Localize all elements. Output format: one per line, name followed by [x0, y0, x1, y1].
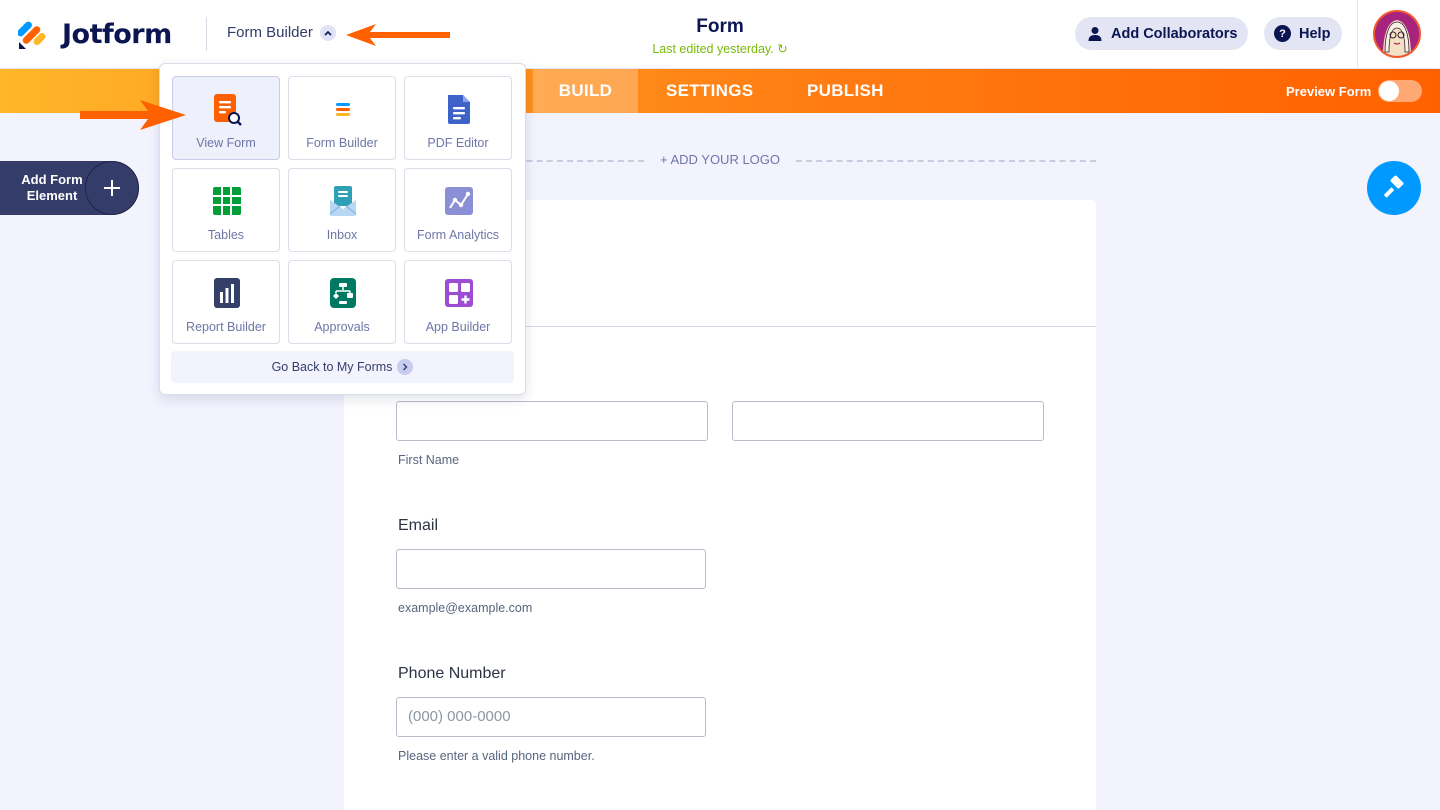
last-edited-status: Last edited yesterday. ↻ [600, 41, 840, 56]
pdf-editor-icon [448, 95, 470, 124]
undo-icon[interactable]: ↻ [777, 42, 787, 56]
view-form-icon [214, 94, 242, 126]
tab-publish[interactable]: PUBLISH [807, 69, 884, 113]
menu-item-label: Inbox [326, 228, 358, 242]
add-logo-label[interactable]: + ADD YOUR LOGO [644, 152, 796, 167]
paint-roller-icon [1384, 175, 1404, 198]
menu-item-approvals[interactable]: Approvals [288, 260, 396, 344]
add-collaborators-button[interactable]: Add Collaborators [1075, 17, 1248, 50]
phone-sublabel: Please enter a valid phone number. [398, 749, 595, 763]
jotform-logo-icon [18, 21, 46, 49]
header-divider [206, 17, 207, 51]
preview-form-label: Preview Form [1286, 84, 1372, 99]
menu-item-label: Approvals [314, 320, 370, 334]
menu-item-form-analytics[interactable]: Form Analytics [404, 168, 512, 252]
question-icon: ? [1274, 25, 1291, 42]
top-header: Jotform Form Builder Form Last edited ye… [0, 0, 1440, 69]
user-icon [1088, 26, 1102, 41]
go-back-to-my-forms-button[interactable]: Go Back to My Forms [171, 351, 514, 383]
annotation-arrow-icon [346, 24, 450, 46]
menu-item-view-form[interactable]: View Form [172, 76, 280, 160]
menu-item-label: Tables [207, 228, 245, 242]
builder-switch-button[interactable]: Form Builder [227, 24, 336, 41]
email-input[interactable] [396, 549, 706, 589]
form-analytics-icon [445, 187, 473, 215]
menu-item-pdf-editor[interactable]: PDF Editor [404, 76, 512, 160]
menu-item-label: Form Builder [306, 136, 378, 150]
builder-switch-label: Form Builder [227, 24, 313, 41]
user-avatar[interactable] [1373, 10, 1421, 58]
menu-item-label: PDF Editor [427, 136, 489, 150]
menu-item-label: App Builder [425, 320, 491, 334]
tab-settings[interactable]: SETTINGS [666, 69, 753, 113]
email-sublabel: example@example.com [398, 601, 533, 615]
preview-form-toggle[interactable] [1378, 80, 1422, 102]
jotform-logo[interactable]: Jotform [18, 18, 172, 50]
email-label: Email [398, 517, 439, 534]
menu-item-label: View Form [196, 136, 256, 150]
inbox-icon [329, 186, 357, 216]
logo-text: Jotform [62, 18, 172, 50]
avatar-illustration-icon [1375, 12, 1419, 56]
report-builder-icon [214, 278, 240, 308]
add-form-element-label: Add Form Element [21, 172, 83, 203]
header-divider-right [1357, 0, 1358, 69]
annotation-arrow-icon [80, 100, 186, 130]
form-title[interactable]: Form [620, 16, 820, 38]
menu-item-report-builder[interactable]: Report Builder [172, 260, 280, 344]
go-back-label: Go Back to My Forms [271, 360, 393, 374]
menu-item-form-builder[interactable]: Form Builder [288, 76, 396, 160]
menu-item-app-builder[interactable]: App Builder [404, 260, 512, 344]
form-designer-button[interactable] [1367, 161, 1421, 215]
toggle-knob [1379, 81, 1399, 101]
tables-icon [213, 187, 241, 215]
first-name-sublabel: First Name [398, 453, 460, 467]
approvals-icon [330, 278, 356, 308]
chevron-up-icon [319, 24, 336, 41]
phone-placeholder: (000) 000-0000 [408, 708, 511, 725]
help-label: Help [1299, 25, 1331, 42]
app-builder-icon [445, 279, 473, 307]
chevron-right-icon [397, 359, 414, 375]
first-name-input[interactable] [396, 401, 708, 441]
phone-label: Phone Number [398, 665, 506, 682]
tab-build[interactable]: BUILD [533, 69, 638, 113]
menu-item-label: Form Analytics [417, 228, 499, 242]
menu-item-label: Report Builder [186, 320, 266, 334]
phone-input[interactable]: (000) 000-0000 [396, 697, 706, 737]
form-builder-icon [336, 103, 350, 116]
menu-item-tables[interactable]: Tables [172, 168, 280, 252]
plus-icon [85, 161, 139, 215]
add-collaborators-label: Add Collaborators [1111, 25, 1238, 42]
add-form-element-button[interactable]: Add Form Element [0, 161, 139, 215]
help-button[interactable]: ? Help [1264, 17, 1342, 50]
logo-dash-right [796, 160, 1096, 162]
last-edited-text: Last edited yesterday. [652, 42, 774, 56]
menu-item-inbox[interactable]: Inbox [288, 168, 396, 252]
last-name-input[interactable] [732, 401, 1044, 441]
app-switcher-menu: View Form Form Builder PDF Editor Tables [159, 63, 526, 395]
